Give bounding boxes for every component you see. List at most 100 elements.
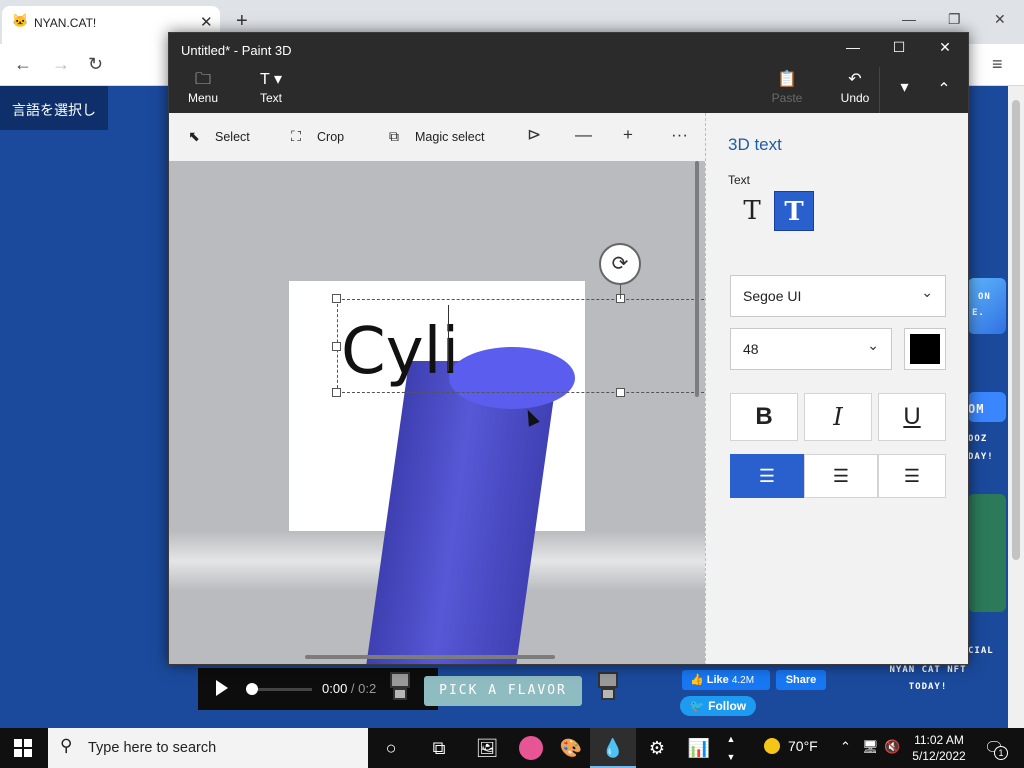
magic-select-tool[interactable]: ⧉ Magic select: [385, 128, 484, 145]
chevron-down-icon: ⌄: [921, 284, 933, 300]
weather-widget[interactable]: 70°F: [764, 738, 818, 754]
nyan-cat-favicon-icon: 🐱: [12, 13, 29, 28]
zoom-in-icon[interactable]: +: [623, 125, 633, 145]
paint-palette-icon[interactable]: 🎨: [548, 728, 594, 768]
chevron-up-icon: ⌃: [937, 81, 951, 98]
pick-flavor-button[interactable]: PICK A FLAVOR: [424, 676, 582, 706]
facebook-like-button[interactable]: 👍 Like 4.2M: [682, 670, 770, 690]
text-section-label: Text: [728, 173, 751, 187]
collapse-ribbon-button[interactable]: ⌃: [921, 67, 967, 113]
twitter-bird-icon: 🐦: [689, 699, 705, 713]
new-tab-button[interactable]: +: [236, 11, 248, 31]
magic-select-icon: ⧉: [389, 128, 399, 144]
minimize-button[interactable]: —: [833, 39, 873, 55]
align-left-icon[interactable]: ☰: [730, 454, 804, 498]
resize-handle[interactable]: [332, 294, 341, 303]
browser-restore-button[interactable]: ❐: [948, 11, 961, 28]
align-center-icon[interactable]: ☰: [804, 454, 878, 498]
menu-button[interactable]: 🗀 Menu: [173, 67, 233, 113]
paste-button[interactable]: 📋 Paste: [757, 67, 817, 113]
text-color-swatch[interactable]: [904, 328, 946, 370]
bold-button[interactable]: B: [730, 393, 798, 441]
weather-temp: 70°F: [788, 738, 818, 754]
robot-icon: [388, 672, 412, 702]
seek-knob[interactable]: [246, 683, 258, 695]
settings-gear-icon[interactable]: ⚙: [634, 728, 680, 768]
crop-icon: ⛶: [291, 128, 301, 144]
text-tool-icon: T ▾: [260, 71, 282, 88]
forward-arrow-icon[interactable]: →: [52, 54, 70, 74]
font-family-dropdown[interactable]: Segoe UI ⌄: [730, 275, 946, 317]
browser-close-button[interactable]: ✕: [994, 11, 1006, 28]
time-total: 0:2: [358, 681, 377, 696]
select-arrow-icon: ⬉: [188, 128, 200, 144]
page-scrollbar[interactable]: [1008, 86, 1024, 728]
task-view-icon[interactable]: ⧉: [416, 728, 462, 768]
3d-text-panel: 3D text Text T T Segoe UI ⌄ 48 ⌄ B I U ☰…: [705, 113, 968, 664]
select-label: Select: [215, 130, 250, 144]
browser-minimize-button[interactable]: —: [902, 11, 916, 27]
zoom-out-icon[interactable]: —: [575, 125, 592, 145]
seek-bar[interactable]: [252, 688, 312, 691]
play-icon[interactable]: [216, 680, 228, 696]
taskbar-search-box[interactable]: ⚲ Type here to search: [48, 728, 368, 768]
text-tool-button[interactable]: T ▾ Text: [241, 67, 301, 113]
weather-sun-icon: [764, 738, 780, 754]
close-button[interactable]: ✕: [925, 39, 965, 56]
page-scrollbar-thumb[interactable]: [1012, 100, 1020, 560]
window-title: Untitled* - Paint 3D: [181, 43, 292, 58]
spreadsheet-app-icon[interactable]: 📊: [676, 728, 722, 768]
tray-chevron-up-icon[interactable]: ⌃: [840, 739, 851, 755]
tab-close-icon[interactable]: ✕: [200, 13, 213, 31]
network-icon[interactable]: 🖥: [862, 739, 879, 755]
3d-text-icon[interactable]: T: [774, 191, 814, 231]
browser-menu-icon[interactable]: ≡: [992, 54, 1003, 74]
cortana-icon[interactable]: ○: [368, 728, 414, 768]
paint3d-titlebar[interactable]: Untitled* - Paint 3D — ☐ ✕: [169, 33, 968, 67]
paint3d-taskbar-icon[interactable]: 💧: [590, 728, 636, 768]
twitter-follow-button[interactable]: 🐦 Follow: [680, 696, 756, 716]
2d-text-icon[interactable]: T: [732, 191, 772, 231]
text-selection-box[interactable]: [337, 299, 705, 393]
rotate-icon[interactable]: ⟳: [599, 243, 641, 285]
rotate-stem: [620, 285, 621, 299]
canvas-area[interactable]: Cyli ⟳: [169, 161, 705, 664]
clock[interactable]: 11:02 AM 5/12/2022: [904, 732, 974, 764]
maximize-button[interactable]: ☐: [879, 39, 919, 56]
nft-promo-text[interactable]: NYAN CAT NFT TODAY!: [872, 662, 984, 696]
promo-fragment: ON: [978, 292, 991, 302]
paint3d-window: Untitled* - Paint 3D — ☐ ✕ 🗀 Menu T ▾ Te…: [168, 32, 969, 665]
back-arrow-icon[interactable]: ←: [14, 54, 32, 74]
windows-start-icon[interactable]: [14, 739, 32, 757]
align-right-icon[interactable]: ☰: [878, 454, 946, 498]
chevron-down-icon: ⌄: [867, 337, 879, 353]
font-size-dropdown[interactable]: 48 ⌄: [730, 328, 892, 370]
promo-line: TODAY!: [908, 682, 948, 692]
resize-handle[interactable]: [332, 388, 341, 397]
select-tool[interactable]: ⬉ Select: [185, 128, 250, 145]
more-tools-icon[interactable]: ···: [671, 125, 688, 145]
language-select-button[interactable]: 言語を選択し: [0, 86, 108, 130]
view-3d-icon[interactable]: ⊳: [527, 125, 541, 145]
font-size-value: 48: [743, 341, 759, 357]
promo-banner-top[interactable]: [968, 278, 1006, 334]
notification-icon[interactable]: 🗨1: [984, 738, 1008, 760]
volume-muted-icon[interactable]: 🔇: [884, 739, 900, 755]
crop-tool[interactable]: ⛶ Crop: [287, 128, 344, 145]
italic-button[interactable]: I: [804, 393, 872, 441]
resize-handle[interactable]: [332, 342, 341, 351]
canvas-horizontal-scrollbar[interactable]: [305, 655, 555, 659]
facebook-share-button[interactable]: Share: [776, 670, 826, 690]
promo-banner-bottom[interactable]: [968, 494, 1006, 612]
promo-fragment: OOZ: [968, 434, 988, 444]
canvas-vertical-scrollbar[interactable]: [695, 161, 699, 397]
promo-fragment: E.: [972, 308, 985, 318]
promo-fragment: CIAL: [968, 646, 994, 656]
undo-button[interactable]: ↶ Undo: [825, 67, 885, 113]
underline-button[interactable]: U: [878, 393, 946, 441]
taskbar-scroll-icon[interactable]: ▲ ▼: [724, 730, 738, 766]
time-separator: /: [347, 681, 359, 696]
photos-app-icon[interactable]: 🖼: [464, 728, 510, 768]
reload-icon[interactable]: ↻: [88, 54, 103, 74]
resize-handle[interactable]: [616, 388, 625, 397]
